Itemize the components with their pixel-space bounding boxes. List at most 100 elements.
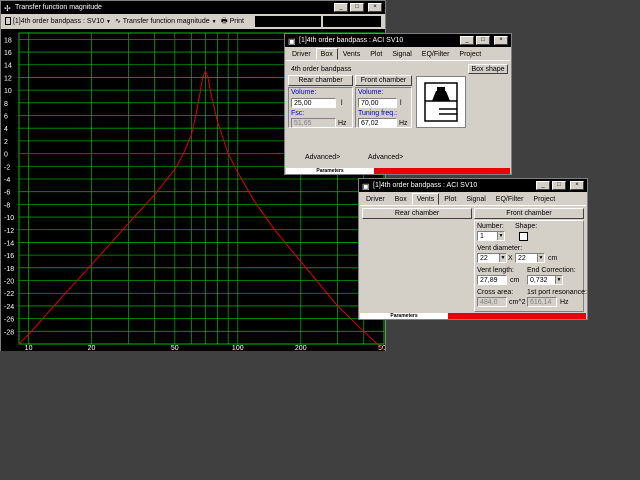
close-button[interactable]: × — [570, 181, 584, 190]
y-tick-label: -22 — [4, 291, 14, 298]
tab-project[interactable]: Project — [528, 193, 560, 205]
tuning-freq-unit: Hz — [399, 120, 408, 127]
x-tick-label: 10 — [25, 345, 33, 351]
y-tick-label: 0 — [4, 152, 8, 159]
box-window-title: [1]4th order bandpass : ACI SV10 — [299, 37, 404, 44]
front-volume-label: Volume: — [358, 89, 384, 96]
cross-area-value: 484,0 — [477, 297, 507, 307]
front-volume-unit: l — [400, 100, 402, 107]
rear-chamber-button[interactable]: Rear chamber — [288, 75, 353, 86]
y-tick-label: -28 — [4, 329, 14, 336]
box-name-field[interactable]: 4th order bandpass — [288, 64, 463, 74]
diameter-a-select[interactable]: 22 ▼ — [477, 253, 507, 263]
close-button[interactable]: × — [368, 3, 382, 12]
tab-panel: Rear chamber Front chamber Number: 1 ▼ S… — [360, 205, 587, 314]
tab-eq-filter[interactable]: EQ/Filter — [491, 193, 529, 205]
status-indicator — [448, 313, 586, 319]
maximize-button[interactable]: □ — [552, 181, 566, 190]
maximize-button[interactable]: □ — [350, 3, 364, 12]
end-correction-label: End Correction: — [527, 267, 576, 274]
advanced-rear-button[interactable]: Advanced> — [305, 154, 340, 162]
maximize-button[interactable]: □ — [476, 36, 490, 45]
tab-driver[interactable]: Driver — [287, 48, 316, 60]
chevron-down-icon: ▼ — [555, 276, 562, 284]
cross-area-unit: cm^2 — [509, 299, 526, 306]
tuning-freq-input[interactable]: 67,02 — [358, 118, 397, 128]
vents-window-title: [1]4th order bandpass : ACI SV10 — [373, 182, 478, 189]
y-tick-label: -18 — [4, 266, 14, 273]
fsc-value: 51,65 — [291, 118, 336, 128]
box-titlebar[interactable]: ▣ [1]4th order bandpass : ACI SV10 _ □ × — [285, 34, 511, 47]
box-tabs: Driver Box Vents Plot Signal EQ/Filter Project — [287, 48, 486, 60]
front-chamber-button[interactable]: Front chamber — [474, 208, 584, 219]
status-indicator — [374, 168, 510, 174]
box-statusbar: Parameters — [286, 168, 510, 174]
vents-statusbar: Parameters — [360, 313, 586, 319]
vents-tabs: Driver Box Vents Plot Signal EQ/Filter Project — [361, 193, 560, 205]
print-button[interactable]: 🖶 Print — [221, 16, 244, 27]
tab-signal[interactable]: Signal — [461, 193, 490, 205]
front-chamber-button[interactable]: Front chamber — [355, 75, 412, 86]
project-icon — [5, 17, 11, 26]
y-tick-label: -2 — [4, 164, 10, 171]
tab-driver[interactable]: Driver — [361, 193, 390, 205]
rear-chamber-button[interactable]: Rear chamber — [362, 208, 472, 219]
tab-eq-filter[interactable]: EQ/Filter — [417, 48, 455, 60]
diameter-b-select[interactable]: 22 ▼ — [515, 253, 545, 263]
parameters-label: Parameters — [360, 313, 448, 319]
main-title: Transfer function magnitude — [15, 4, 102, 11]
y-tick-label: 10 — [4, 88, 12, 95]
tab-project[interactable]: Project — [454, 48, 486, 60]
y-tick-label: 6 — [4, 114, 8, 121]
status-box-1 — [255, 16, 321, 27]
y-tick-label: 12 — [4, 75, 12, 82]
number-select[interactable]: 1 ▼ — [477, 231, 505, 241]
main-titlebar[interactable]: ✢ Transfer function magnitude _ □ × — [1, 1, 385, 14]
vent-length-input[interactable]: 27,89 — [477, 275, 507, 285]
printer-icon: 🖶 — [221, 18, 228, 25]
y-tick-label: -24 — [4, 304, 14, 311]
y-tick-label: -14 — [4, 240, 14, 247]
tab-vents[interactable]: Vents — [338, 48, 366, 60]
box-window: ▣ [1]4th order bandpass : ACI SV10 _ □ ×… — [284, 33, 512, 175]
close-button[interactable]: × — [494, 36, 508, 45]
y-tick-label: 18 — [4, 37, 12, 44]
tab-plot[interactable]: Plot — [365, 48, 387, 60]
minimize-button[interactable]: _ — [334, 3, 348, 12]
y-tick-label: -20 — [4, 279, 14, 286]
tab-box[interactable]: Box — [315, 48, 338, 60]
tab-box[interactable]: Box — [390, 193, 412, 205]
chevron-down-icon: ▼ — [537, 254, 544, 262]
bandpass-box-icon — [424, 82, 458, 122]
minimize-button[interactable]: _ — [460, 36, 474, 45]
tab-vents[interactable]: Vents — [411, 193, 440, 205]
box-shape-button[interactable]: Box shape — [468, 64, 508, 74]
diameter-x-label: X — [508, 255, 513, 262]
y-tick-label: -10 — [4, 215, 14, 222]
diameter-unit: cm — [548, 255, 558, 262]
curve-icon: ∿ — [115, 18, 121, 25]
shape-checkbox[interactable] — [519, 232, 528, 241]
advanced-front-button[interactable]: Advanced> — [368, 154, 403, 162]
y-tick-label: -12 — [4, 228, 14, 235]
y-tick-label: 16 — [4, 50, 12, 57]
tab-signal[interactable]: Signal — [387, 48, 416, 60]
front-volume-input[interactable]: 70,00 — [358, 98, 397, 108]
rear-volume-input[interactable]: 25,00 — [291, 98, 336, 108]
port-resonance-label: 1st port resonance: — [527, 289, 587, 296]
y-tick-label: -4 — [4, 177, 10, 184]
x-tick-label: 20 — [88, 345, 96, 351]
tab-panel: 4th order bandpass Box shape Rear chambe… — [286, 60, 510, 169]
minimize-button[interactable]: _ — [536, 181, 550, 190]
end-correction-select[interactable]: 0,732 ▼ — [527, 275, 563, 285]
box-diagram — [416, 76, 466, 128]
rear-volume-unit: l — [341, 100, 343, 107]
tab-plot[interactable]: Plot — [439, 193, 461, 205]
vent-length-unit: cm — [510, 277, 520, 284]
view-dropdown[interactable]: ∿ Transfer function magnitude ▼ — [115, 16, 217, 27]
project-dropdown[interactable]: [1]4th order bandpass : SV10 ▼ — [5, 16, 111, 27]
tuning-freq-label: Tuning freq.: — [358, 110, 398, 117]
x-tick-label: 50 — [171, 345, 179, 351]
vents-titlebar[interactable]: ▣ [1]4th order bandpass : ACI SV10 _ □ × — [359, 179, 587, 192]
chevron-down-icon: ▼ — [211, 19, 217, 25]
